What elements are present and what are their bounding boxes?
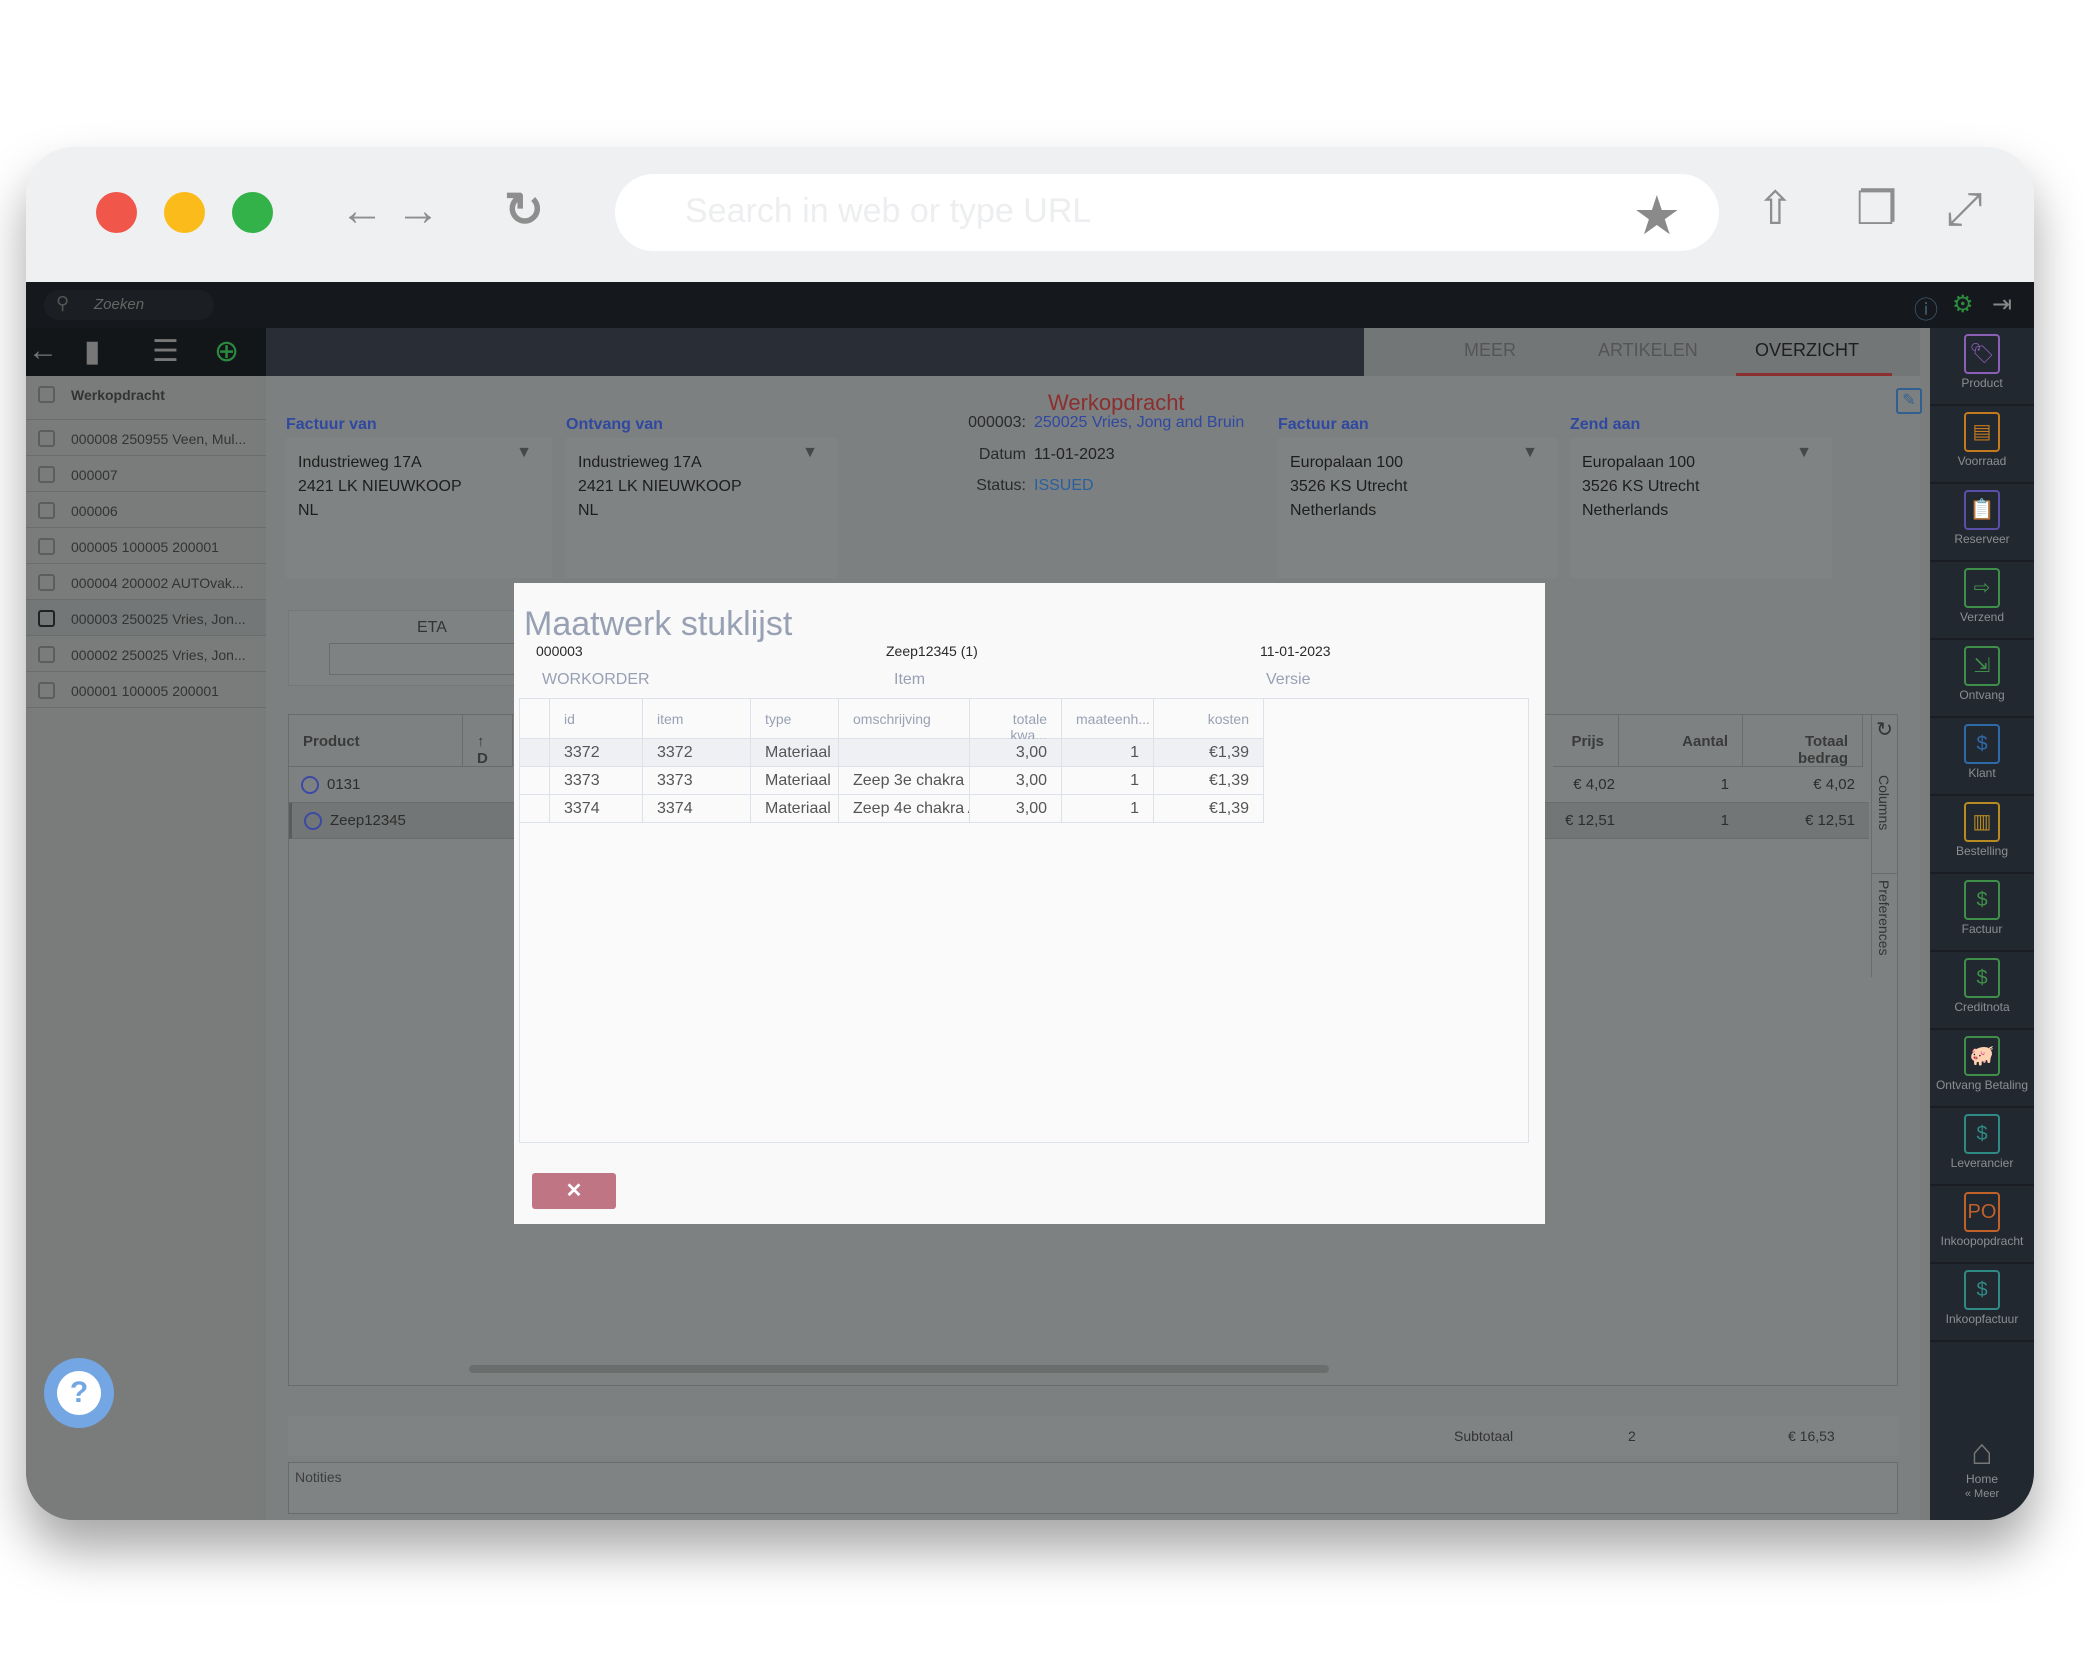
table-row[interactable]: 33733373MateriaalZeep 3e chakra Ma3,001€… [520, 767, 1264, 795]
url-placeholder: Search in web or type URL [685, 192, 1092, 230]
forward-arrow-icon[interactable]: → [396, 189, 440, 233]
cell: Zeep 3e chakra Ma [839, 767, 970, 795]
close-window-button[interactable] [96, 192, 137, 233]
table-row[interactable]: 33743374MateriaalZeep 4e chakra An3,001€… [520, 795, 1264, 823]
cell: 3,00 [970, 795, 1062, 823]
item-value: Zeep12345 (1) [886, 643, 978, 659]
column-header[interactable]: totale kwa... [970, 699, 1062, 743]
cell: 3373 [643, 767, 751, 795]
fullscreen-icon[interactable]: ⤢ [1946, 181, 1983, 237]
cell: 3374 [643, 795, 751, 823]
star-icon[interactable]: ★ [1633, 184, 1681, 247]
bom-modal: Maatwerk stuklijst 000003 WORKORDER Zeep… [514, 583, 1545, 1224]
column-header[interactable]: id [550, 699, 643, 739]
cell: Materiaal [751, 795, 839, 823]
cell [839, 739, 970, 767]
cell: Zeep 4e chakra An [839, 795, 970, 823]
close-icon: ✕ [565, 1180, 583, 1202]
cell: 3,00 [970, 739, 1062, 767]
workorder-label: WORKORDER [542, 671, 650, 688]
column-header[interactable]: item [643, 699, 751, 739]
cell: 3,00 [970, 767, 1062, 795]
table-row[interactable]: 3372 3372 Materiaal 3,00 1 €1,39 [520, 739, 1264, 767]
back-arrow-icon[interactable]: ← [340, 189, 384, 233]
cell: 1 [1062, 767, 1154, 795]
version-value: 11-01-2023 [1260, 643, 1331, 659]
cell: 3374 [550, 795, 643, 823]
browser-chrome: ← → ↻ Search in web or type URL ★ ⇧ ❐ ⤢ [26, 147, 2034, 280]
maximize-window-button[interactable] [232, 192, 273, 233]
workorder-value: 000003 [536, 643, 583, 659]
row-handle [520, 739, 550, 767]
cell: €1,39 [1154, 767, 1264, 795]
row-handle [520, 767, 550, 795]
reload-icon[interactable]: ↻ [504, 187, 544, 235]
cell: Materiaal [751, 739, 839, 767]
item-label: Item [894, 671, 926, 688]
column-header[interactable]: omschrijving [839, 699, 970, 739]
tabs-icon[interactable]: ❐ [1856, 181, 1897, 235]
row-handle [520, 795, 550, 823]
share-icon[interactable]: ⇧ [1756, 181, 1795, 235]
modal-title: Maatwerk stuklijst [524, 605, 793, 643]
column-header[interactable]: maateenh... [1062, 699, 1154, 739]
close-modal-button[interactable]: ✕ [532, 1173, 616, 1209]
column-header[interactable]: type [751, 699, 839, 739]
minimize-window-button[interactable] [164, 192, 205, 233]
cell: Materiaal [751, 767, 839, 795]
cell: 3373 [550, 767, 643, 795]
column-header[interactable]: kosten [1154, 699, 1264, 739]
version-label: Versie [1266, 671, 1311, 688]
cell: €1,39 [1154, 795, 1264, 823]
cell: 1 [1062, 739, 1154, 767]
cell: €1,39 [1154, 739, 1264, 767]
cell: 1 [1062, 795, 1154, 823]
cell: 3372 [550, 739, 643, 767]
row-handle-header [520, 699, 550, 739]
cell: 3372 [643, 739, 751, 767]
url-bar[interactable]: Search in web or type URL ★ [615, 174, 1719, 251]
bom-grid: id item type omschrijving totale kwa... maate… [519, 698, 1529, 1143]
